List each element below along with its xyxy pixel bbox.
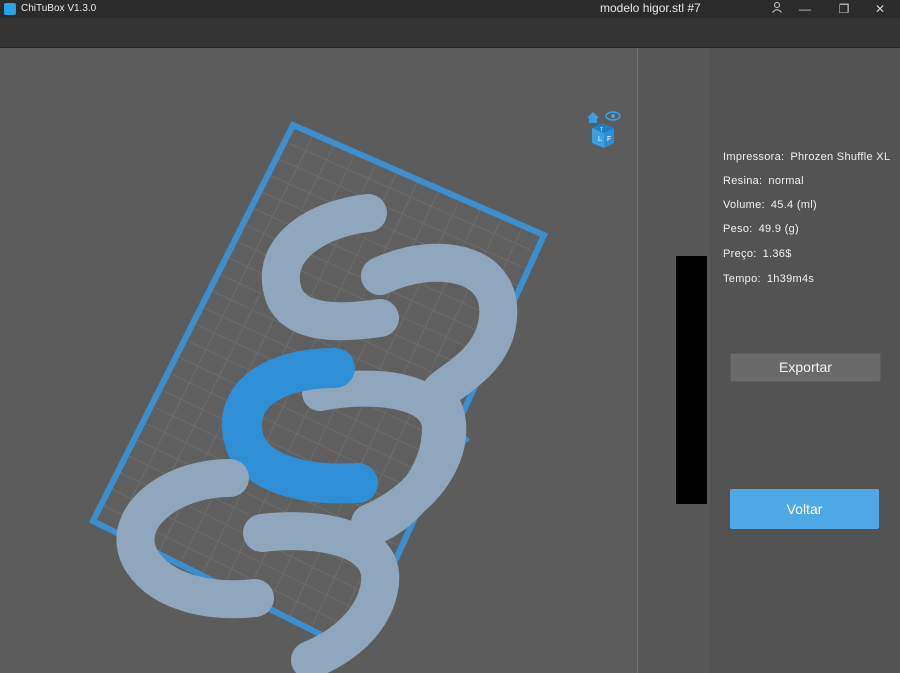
user-icon[interactable] — [765, 0, 789, 18]
volume-label: Volume: — [723, 199, 765, 211]
printer-row: Impressora: Phrozen Shuffle XL — [723, 151, 890, 163]
time-label: Tempo: — [723, 273, 761, 285]
close-button[interactable]: ✕ — [868, 0, 892, 18]
printer-value: Phrozen Shuffle XL — [790, 151, 891, 163]
view-cube[interactable]: L F T — [587, 111, 621, 148]
home-icon[interactable] — [587, 112, 599, 123]
weight-label: Peso: — [723, 223, 753, 235]
weight-row: Peso: 49.9 (g) — [723, 223, 799, 235]
document-title: modelo higor.stl #7 — [600, 1, 701, 15]
view-cube-face-L[interactable]: L — [598, 136, 602, 143]
back-button[interactable]: Voltar — [730, 489, 879, 529]
title-bar: ChiTuBox V1.3.0 modelo higor.stl #7 — ❐ … — [0, 0, 900, 18]
toolbar — [0, 18, 900, 48]
price-row: Preço: 1.36$ — [723, 248, 792, 260]
weight-value: 49.9 (g) — [758, 223, 799, 235]
time-value: 1h39m4s — [766, 273, 815, 285]
slice-info-panel: Impressora: Phrozen Shuffle XL Resina: nor… — [710, 48, 900, 673]
volume-row: Volume: 45.4 (ml) — [723, 199, 817, 211]
scene-canvas[interactable]: L F T — [0, 48, 637, 673]
time-row: Tempo: 1h39m4s — [723, 273, 814, 285]
user-icon-graphic — [772, 2, 782, 13]
printer-label: Impressora: — [723, 151, 785, 163]
restore-button[interactable]: ❐ — [832, 0, 856, 18]
layer-slider-track[interactable] — [676, 256, 707, 504]
app-title: ChiTuBox V1.3.0 — [21, 3, 97, 14]
resin-value: normal — [768, 175, 804, 187]
3d-viewport[interactable]: L F T — [0, 48, 637, 673]
resin-row: Resina: normal — [723, 175, 804, 187]
minimize-button[interactable]: — — [793, 0, 817, 18]
view-cube-face-T[interactable]: T — [600, 127, 603, 133]
eye-icon[interactable] — [605, 111, 621, 121]
price-label: Preço: — [723, 248, 757, 260]
volume-value: 45.4 (ml) — [770, 199, 817, 211]
resin-label: Resina: — [723, 175, 763, 187]
price-value: 1.36$ — [762, 248, 792, 260]
chitubox-logo-icon — [4, 3, 16, 15]
export-button[interactable]: Exportar — [730, 353, 881, 382]
view-cube-face-F[interactable]: F — [607, 136, 611, 143]
